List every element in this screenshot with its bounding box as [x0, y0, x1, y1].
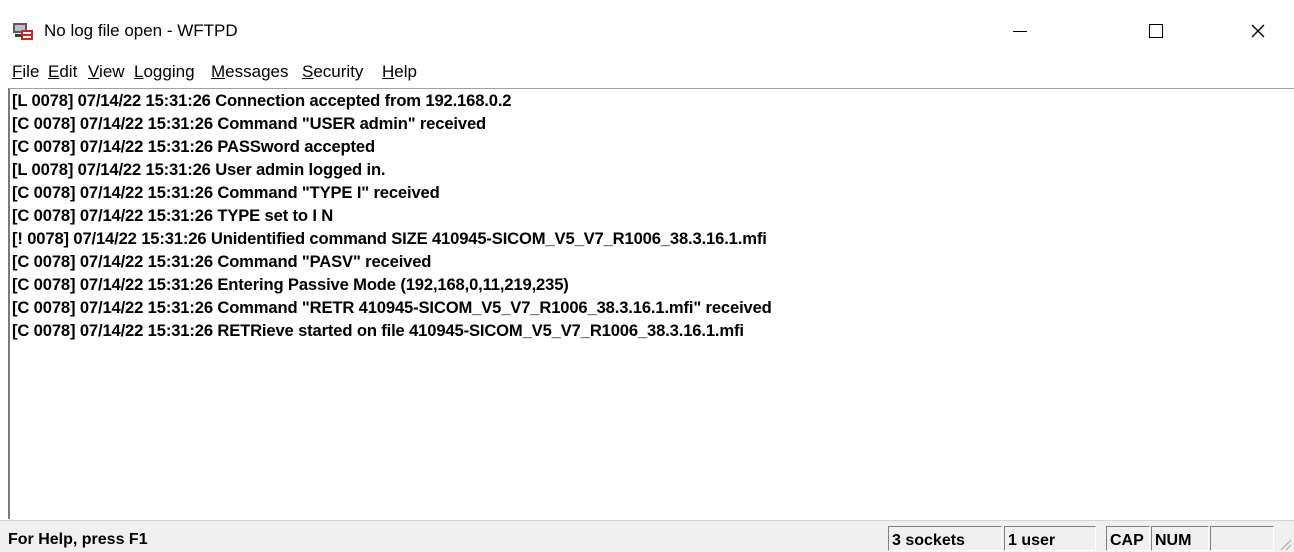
- menu-edit[interactable]: Edit: [48, 62, 77, 82]
- menu-logging[interactable]: Logging: [134, 62, 195, 82]
- log-line: [C 0078] 07/14/22 15:31:26 PASSword acce…: [12, 137, 375, 156]
- status-num: NUM: [1151, 526, 1209, 551]
- status-bar: For Help, press F1 3 sockets 1 user CAP …: [0, 520, 1294, 552]
- log-line: [C 0078] 07/14/22 15:31:26 RETRieve star…: [12, 321, 744, 340]
- menu-bar: File Edit View Logging Messages Security…: [0, 58, 1294, 86]
- minimize-icon: [1013, 30, 1027, 32]
- status-users: 1 user: [1004, 526, 1096, 551]
- log-line: [C 0078] 07/14/22 15:31:26 Command "USER…: [12, 114, 487, 133]
- menu-file[interactable]: File: [12, 62, 39, 82]
- status-sockets: 3 sockets: [888, 526, 1002, 551]
- maximize-icon: [1149, 24, 1163, 38]
- log-line: [C 0078] 07/14/22 15:31:26 TYPE set to I…: [12, 206, 334, 225]
- maximize-button[interactable]: [1120, 8, 1192, 54]
- log-line: [! 0078] 07/14/22 15:31:26 Unidentified …: [12, 229, 767, 248]
- status-scroll: [1210, 526, 1274, 551]
- log-line: [L 0078] 07/14/22 15:31:26 Connection ac…: [12, 91, 512, 110]
- menu-security[interactable]: Security: [302, 62, 363, 82]
- menu-messages[interactable]: Messages: [211, 62, 289, 82]
- minimize-button[interactable]: [984, 8, 1056, 54]
- log-line: [C 0078] 07/14/22 15:31:26 Command "PASV…: [12, 252, 432, 271]
- wftpd-app-icon[interactable]: [12, 20, 34, 42]
- status-cap: CAP: [1106, 526, 1150, 551]
- close-button[interactable]: [1222, 8, 1294, 54]
- menu-view[interactable]: View: [88, 62, 125, 82]
- wftpd-window: No log file open - WFTPD File Edit View …: [0, 0, 1294, 552]
- window-title: No log file open - WFTPD: [44, 21, 238, 40]
- close-icon: [1251, 24, 1265, 38]
- title-bar[interactable]: No log file open - WFTPD: [0, 0, 1294, 60]
- log-view[interactable]: [L 0078] 07/14/22 15:31:26 Connection ac…: [8, 88, 1294, 519]
- menu-help[interactable]: Help: [382, 62, 417, 82]
- resize-grip-icon[interactable]: [1276, 535, 1292, 551]
- log-line: [C 0078] 07/14/22 15:31:26 Entering Pass…: [12, 275, 569, 294]
- status-help-text: For Help, press F1: [8, 531, 148, 548]
- log-line: [C 0078] 07/14/22 15:31:26 Command "TYPE…: [12, 183, 440, 202]
- menu-file-rest: ile: [22, 62, 40, 81]
- log-line: [L 0078] 07/14/22 15:31:26 User admin lo…: [12, 160, 386, 179]
- log-line: [C 0078] 07/14/22 15:31:26 Command "RETR…: [12, 298, 772, 317]
